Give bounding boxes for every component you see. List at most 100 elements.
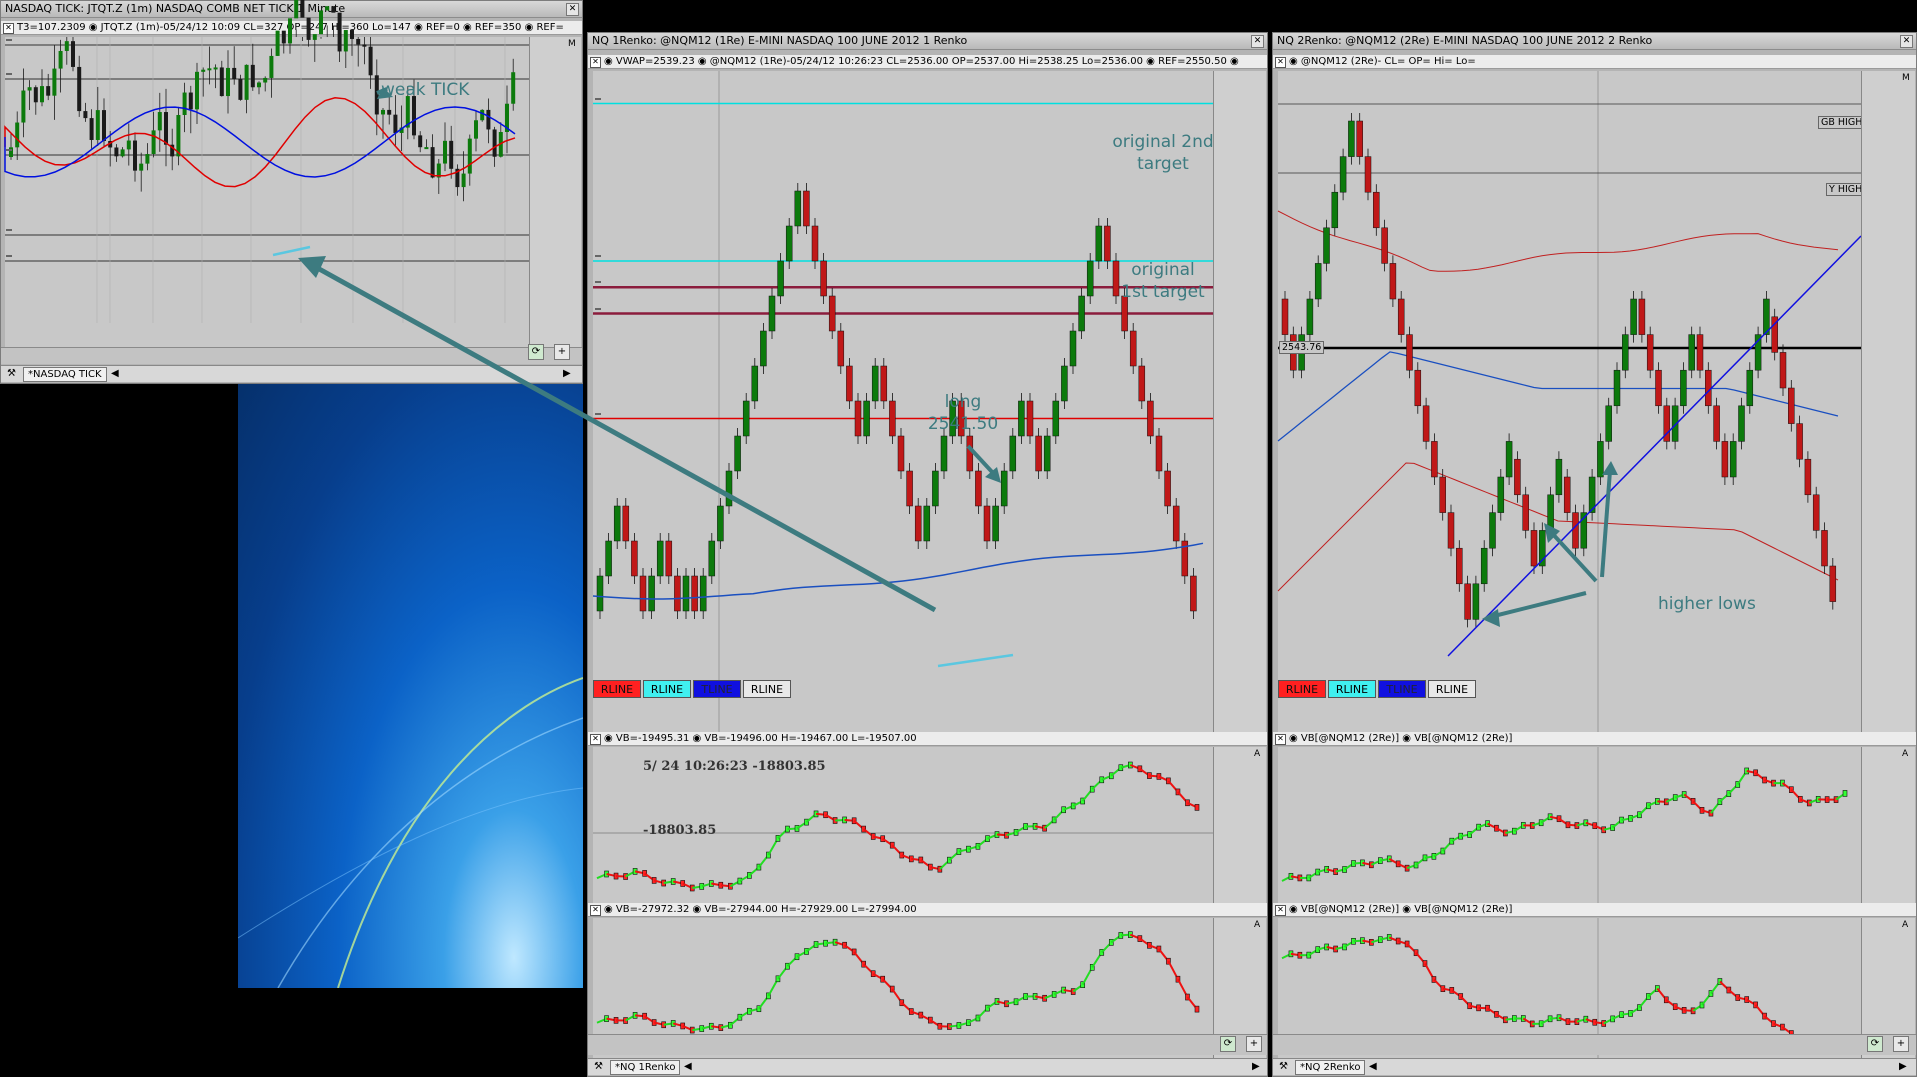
oscillator-bar (1842, 790, 1848, 797)
tline-blue-button[interactable]: TLINE (693, 680, 741, 698)
renko-brick (828, 295, 836, 332)
renko-brick (1688, 334, 1695, 371)
scroll-right-icon[interactable]: ▶ (1252, 1059, 1260, 1075)
renko-brick (691, 575, 698, 612)
rline-gray-button[interactable]: RLINE (1428, 680, 1476, 698)
refresh-icon[interactable]: ⟳ (1867, 1036, 1883, 1052)
tick-chart-window[interactable]: NASDAQ TICK: JTQT.Z (1m) NASDAQ COMB NET… (0, 0, 583, 384)
renko-brick (725, 470, 733, 507)
tick-candle-body (325, 6, 330, 11)
tick-candle-body (294, 0, 299, 19)
tick-candle-body (300, 0, 305, 18)
close-icon[interactable]: ✕ (1275, 734, 1286, 745)
renko-brick (648, 575, 655, 612)
tick-candle-body (15, 122, 20, 148)
nq-2renko-window[interactable]: NQ 2Renko: @NQM12 (2Re) E-MINI NASDAQ 10… (1272, 32, 1917, 1077)
zoom-in-icon[interactable]: + (554, 344, 570, 360)
nq1-level-label (595, 307, 601, 310)
scroll-right-icon[interactable]: ▶ (563, 366, 571, 382)
renko-brick (1796, 423, 1803, 460)
tick-level-label (6, 229, 12, 231)
refresh-icon[interactable]: ⟳ (528, 344, 544, 360)
rline-red-button[interactable]: RLINE (1278, 680, 1326, 698)
renko-brick (846, 365, 853, 402)
scroll-left-icon[interactable]: ◀ (1369, 1059, 1377, 1075)
rline-red-button[interactable]: RLINE (593, 680, 641, 698)
rline-cyan-button[interactable]: RLINE (1328, 680, 1376, 698)
close-icon[interactable]: ✕ (590, 57, 601, 68)
renko-brick (811, 225, 819, 262)
tline-blue-button[interactable]: TLINE (1378, 680, 1426, 698)
weak-tick-annotation: weak TICK (381, 80, 470, 100)
nq1-price-panel[interactable]: original 2nd target original 1st target … (592, 71, 1214, 732)
renko-brick (1456, 547, 1463, 585)
renko-brick (863, 400, 870, 437)
tab-nq-1renko[interactable]: *NQ 1Renko (610, 1060, 681, 1075)
renko-brick (1480, 547, 1488, 585)
nq1-vb1-panel[interactable]: 5/ 24 10:26:23 -18803.85 -18803.85 (593, 747, 1213, 903)
tick-candle-body (263, 77, 268, 83)
renko-brick (631, 540, 638, 577)
close-icon[interactable]: ✕ (1275, 57, 1286, 68)
tick-chart-panel[interactable]: weak TICK (4, 0, 529, 347)
close-icon[interactable]: ✕ (566, 3, 579, 16)
tick-low-marker (272, 245, 311, 257)
tick-candle-body (83, 111, 88, 119)
renko-brick (613, 505, 621, 542)
renko-brick (1397, 298, 1405, 335)
tick-level-label (6, 73, 12, 75)
close-icon[interactable]: ✕ (1900, 35, 1913, 48)
renko-brick (897, 435, 905, 472)
renko-brick (1035, 435, 1042, 472)
tab-nq-2renko[interactable]: *NQ 2Renko (1295, 1060, 1366, 1075)
rline-gray-button[interactable]: RLINE (743, 680, 791, 698)
nq2-price-panel[interactable]: higher lows GB HIGH Y HIGH 2543.76 (1277, 71, 1866, 732)
close-icon[interactable]: ✕ (1251, 35, 1264, 48)
tick-candle-body (368, 46, 373, 76)
scroll-left-icon[interactable]: ◀ (111, 366, 119, 382)
close-icon[interactable]: ✕ (590, 734, 601, 745)
renko-brick (751, 365, 759, 402)
renko-brick (1696, 334, 1704, 371)
tick-value-axis: M (529, 37, 581, 347)
tick-candle-body (145, 154, 150, 164)
renko-brick (1339, 156, 1347, 193)
renko-brick (1613, 369, 1621, 407)
tick-candle-body (461, 173, 466, 188)
tick-candle-body (52, 68, 57, 96)
rline-cyan-button[interactable]: RLINE (643, 680, 691, 698)
close-icon[interactable]: ✕ (1275, 905, 1286, 916)
nq1-price-axis (1213, 71, 1266, 732)
close-icon[interactable]: ✕ (590, 905, 601, 916)
zoom-in-icon[interactable]: + (1246, 1036, 1262, 1052)
renko-brick (1738, 405, 1745, 442)
close-icon[interactable]: ✕ (3, 23, 14, 34)
renko-brick (1680, 369, 1687, 407)
tick-candle-body (195, 71, 199, 110)
nq1-level-label (595, 281, 601, 284)
tick-candle-body (213, 67, 218, 70)
tick-candle-body (182, 92, 187, 115)
tick-candle-body (244, 64, 249, 100)
tick-candle-body (430, 147, 435, 178)
renko-brick (742, 400, 750, 437)
renko-brick (1086, 260, 1094, 297)
renko-brick (1018, 400, 1025, 437)
renko-brick (656, 540, 664, 577)
renko-brick (1323, 227, 1330, 264)
nq-1renko-window[interactable]: NQ 1Renko: @NQM12 (1Re) E-MINI NASDAQ 10… (587, 32, 1268, 1077)
tick-candle-body (46, 86, 51, 96)
tick-candle-body (424, 147, 429, 150)
nq2-tab-bar: ⚒ *NQ 2Renko ◀ ▶ (1273, 1058, 1916, 1075)
renko-brick (1061, 365, 1068, 402)
long-entry-annotation: long 2541.50 (927, 392, 999, 434)
scroll-left-icon[interactable]: ◀ (684, 1059, 692, 1075)
nq2-vb1-panel[interactable] (1278, 747, 1861, 903)
renko-brick (1356, 120, 1363, 157)
tick-level-label (6, 39, 12, 41)
tick-candle-body (139, 163, 144, 171)
refresh-icon[interactable]: ⟳ (1220, 1036, 1236, 1052)
scroll-right-icon[interactable]: ▶ (1899, 1059, 1907, 1075)
tab-nasdaq-tick[interactable]: *NASDAQ TICK (23, 367, 107, 382)
zoom-in-icon[interactable]: + (1893, 1036, 1909, 1052)
